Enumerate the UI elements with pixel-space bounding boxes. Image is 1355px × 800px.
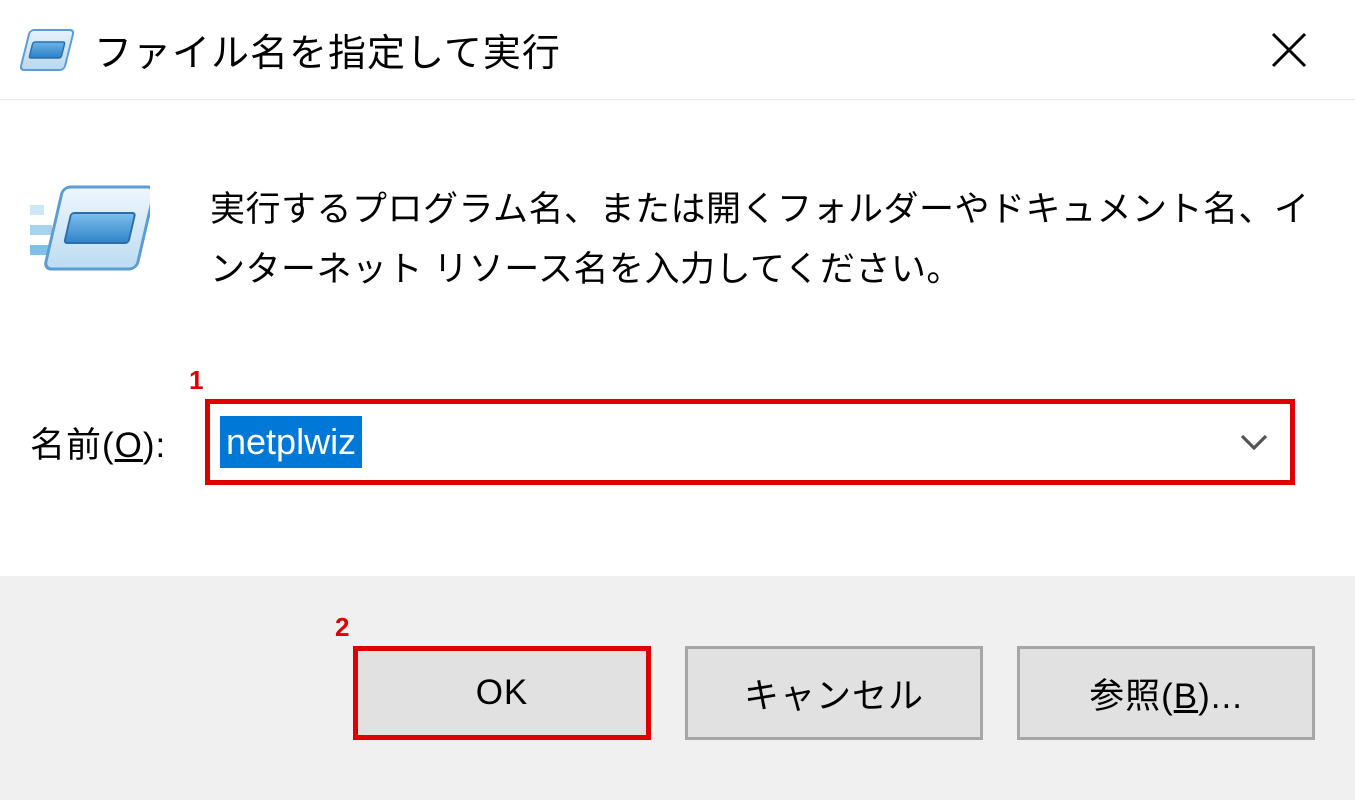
run-dialog-large-icon <box>30 175 150 280</box>
ok-button-label: OK <box>476 673 529 713</box>
button-bar: 2 OK キャンセル 参照(B)... <box>0 576 1355 800</box>
callout-marker-1: 1 <box>189 365 203 396</box>
open-combobox[interactable]: netplwiz <box>205 399 1295 485</box>
callout-marker-2: 2 <box>335 612 349 643</box>
close-icon <box>1270 31 1308 69</box>
cancel-button[interactable]: キャンセル <box>685 646 983 740</box>
ok-button[interactable]: OK <box>353 646 651 740</box>
chevron-down-icon[interactable] <box>1240 432 1268 452</box>
open-field-label: 名前(O): <box>30 417 205 468</box>
dialog-content: 実行するプログラム名、または開くフォルダーやドキュメント名、インターネット リソ… <box>0 100 1355 485</box>
window-title: ファイル名を指定して実行 <box>94 22 1239 77</box>
close-button[interactable] <box>1239 0 1339 100</box>
cancel-button-label: キャンセル <box>744 668 924 719</box>
browse-button-label: 参照(B)... <box>1089 668 1243 719</box>
browse-button[interactable]: 参照(B)... <box>1017 646 1315 740</box>
titlebar: ファイル名を指定して実行 <box>0 0 1355 100</box>
dialog-description: 実行するプログラム名、または開くフォルダーやドキュメント名、インターネット リソ… <box>210 175 1315 299</box>
open-field-value: netplwiz <box>220 416 362 467</box>
run-dialog-icon <box>20 22 76 78</box>
